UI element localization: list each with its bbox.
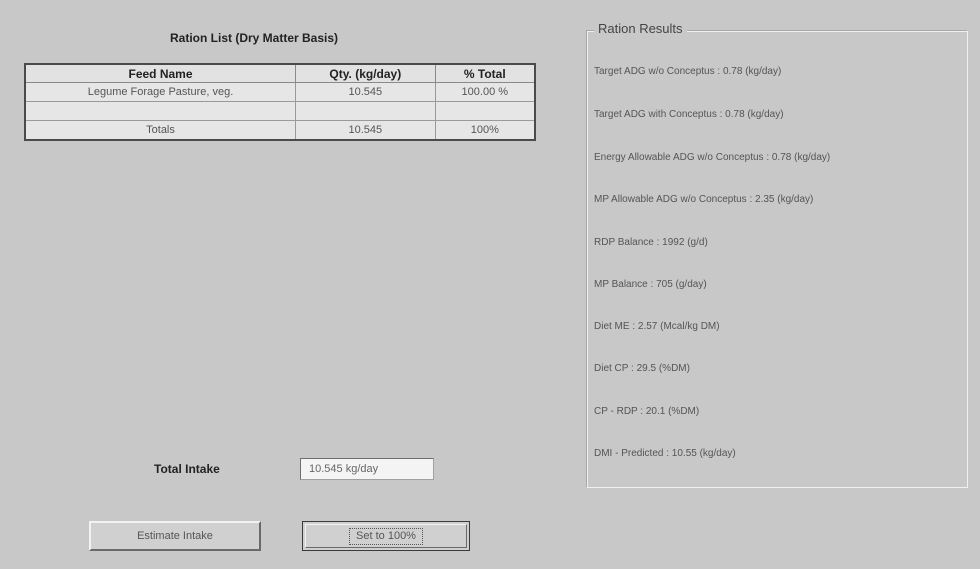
set-to-100-label: Set to 100% bbox=[349, 528, 423, 545]
result-diet-me: Diet ME : 2.57 (Mcal/kg DM) bbox=[594, 321, 720, 332]
ration-list-title: Ration List (Dry Matter Basis) bbox=[170, 31, 339, 45]
result-target-adg-wo-conceptus: Target ADG w/o Conceptus : 0.78 (kg/day) bbox=[594, 66, 782, 77]
ration-results-title: Ration Results bbox=[594, 21, 687, 36]
column-header-feed-name[interactable]: Feed Name bbox=[24, 63, 297, 83]
ration-table: Feed Name Qty. (kg/day) % Total Legume F… bbox=[24, 63, 536, 141]
column-header-pct-total[interactable]: % Total bbox=[434, 63, 536, 83]
result-rdp-balance: RDP Balance : 1992 (g/d) bbox=[594, 237, 708, 248]
totals-label-cell: Totals bbox=[24, 120, 297, 141]
result-dmi-predicted: DMI - Predicted : 10.55 (kg/day) bbox=[594, 448, 736, 459]
feed-name-cell[interactable]: Legume Forage Pasture, veg. bbox=[24, 82, 297, 102]
totals-row: Totals 10.545 100% bbox=[24, 120, 536, 141]
totals-pct-cell: 100% bbox=[434, 120, 536, 141]
total-intake-field[interactable] bbox=[300, 458, 434, 480]
feed-name-cell[interactable] bbox=[24, 101, 297, 121]
estimate-intake-label: Estimate Intake bbox=[137, 530, 213, 542]
result-diet-cp: Diet CP : 29.5 (%DM) bbox=[594, 363, 690, 374]
result-mp-balance: MP Balance : 705 (g/day) bbox=[594, 279, 707, 290]
result-cp-rdp: CP - RDP : 20.1 (%DM) bbox=[594, 406, 700, 417]
table-header-row: Feed Name Qty. (kg/day) % Total bbox=[24, 63, 536, 83]
result-mp-allowable-adg: MP Allowable ADG w/o Conceptus : 2.35 (k… bbox=[594, 194, 814, 205]
totals-qty-cell: 10.545 bbox=[295, 120, 436, 141]
total-intake-label: Total Intake bbox=[154, 462, 220, 476]
estimate-intake-button[interactable]: Estimate Intake bbox=[89, 521, 261, 551]
qty-cell[interactable]: 10.545 bbox=[295, 82, 436, 102]
ration-window: Ration List (Dry Matter Basis) Feed Name… bbox=[0, 0, 980, 569]
column-header-qty[interactable]: Qty. (kg/day) bbox=[295, 63, 436, 83]
table-row[interactable]: Legume Forage Pasture, veg. 10.545 100.0… bbox=[24, 82, 536, 102]
pct-cell[interactable]: 100.00 % bbox=[434, 82, 536, 102]
result-energy-allowable-adg: Energy Allowable ADG w/o Conceptus : 0.7… bbox=[594, 152, 831, 163]
table-row[interactable] bbox=[24, 101, 536, 121]
result-target-adg-with-conceptus: Target ADG with Conceptus : 0.78 (kg/day… bbox=[594, 109, 784, 120]
set-to-100-button[interactable]: Set to 100% bbox=[302, 521, 470, 551]
pct-cell[interactable] bbox=[434, 101, 536, 121]
ration-results-panel bbox=[586, 30, 968, 488]
qty-cell[interactable] bbox=[295, 101, 436, 121]
